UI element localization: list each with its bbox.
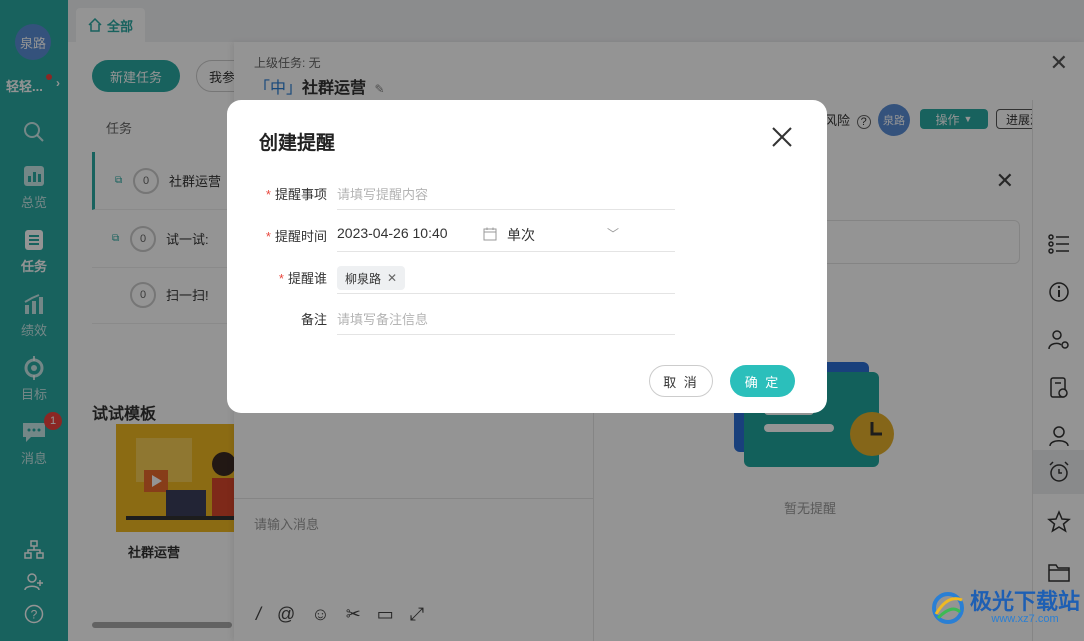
note-label: 备注 — [300, 312, 327, 327]
required-mark: * — [265, 229, 271, 244]
reminder-item-input[interactable]: 请填写提醒内容 — [337, 174, 675, 210]
watermark-url: www.xz7.com — [991, 613, 1059, 625]
confirm-button[interactable]: 确 定 — [730, 365, 795, 397]
required-mark: * — [265, 187, 271, 202]
aurora-logo-icon — [932, 592, 964, 624]
cancel-button[interactable]: 取 消 — [649, 365, 713, 397]
reminder-who-row: * 提醒谁 柳泉路 ✕ — [227, 258, 827, 294]
chevron-down-icon: ﹀ — [606, 227, 619, 241]
reminder-time-input[interactable]: 2023-04-26 10:40 — [337, 225, 448, 241]
reminder-time-row: * 提醒时间 2023-04-26 10:40 单次 ﹀ — [227, 216, 827, 252]
frequency-value: 单次 — [507, 227, 535, 243]
reminder-time-label: * 提醒时间 — [265, 229, 327, 244]
reminder-who-field[interactable]: 柳泉路 ✕ — [337, 258, 675, 294]
note-input[interactable]: 请填写备注信息 — [337, 299, 675, 335]
create-reminder-dialog: 创建提醒 * 提醒事项 请填写提醒内容 * 提醒时间 2023-04-26 10:4… — [227, 100, 827, 413]
user-tag-label: 柳泉路 — [345, 271, 382, 286]
frequency-select[interactable]: 单次 ﹀ — [507, 225, 619, 245]
reminder-time-field: 2023-04-26 10:40 单次 ﹀ — [337, 216, 675, 252]
reminder-who-label: * 提醒谁 — [278, 271, 327, 286]
reminder-item-label: * 提醒事项 — [265, 187, 327, 202]
reminder-item-placeholder: 请填写提醒内容 — [337, 187, 429, 202]
remove-tag-icon[interactable]: ✕ — [387, 271, 397, 285]
note-placeholder: 请填写备注信息 — [337, 312, 429, 327]
calendar-icon[interactable] — [483, 227, 497, 241]
required-mark: * — [278, 271, 284, 286]
note-row: 备注 请填写备注信息 — [227, 299, 827, 335]
user-tag: 柳泉路 ✕ — [337, 266, 406, 290]
watermark: 极光下载站 www.xz7.com — [930, 590, 1080, 626]
close-icon[interactable] — [769, 124, 795, 150]
reminder-item-row: * 提醒事项 请填写提醒内容 — [227, 174, 827, 210]
dialog-title: 创建提醒 — [259, 133, 336, 154]
watermark-text: 极光下载站 — [970, 589, 1081, 614]
